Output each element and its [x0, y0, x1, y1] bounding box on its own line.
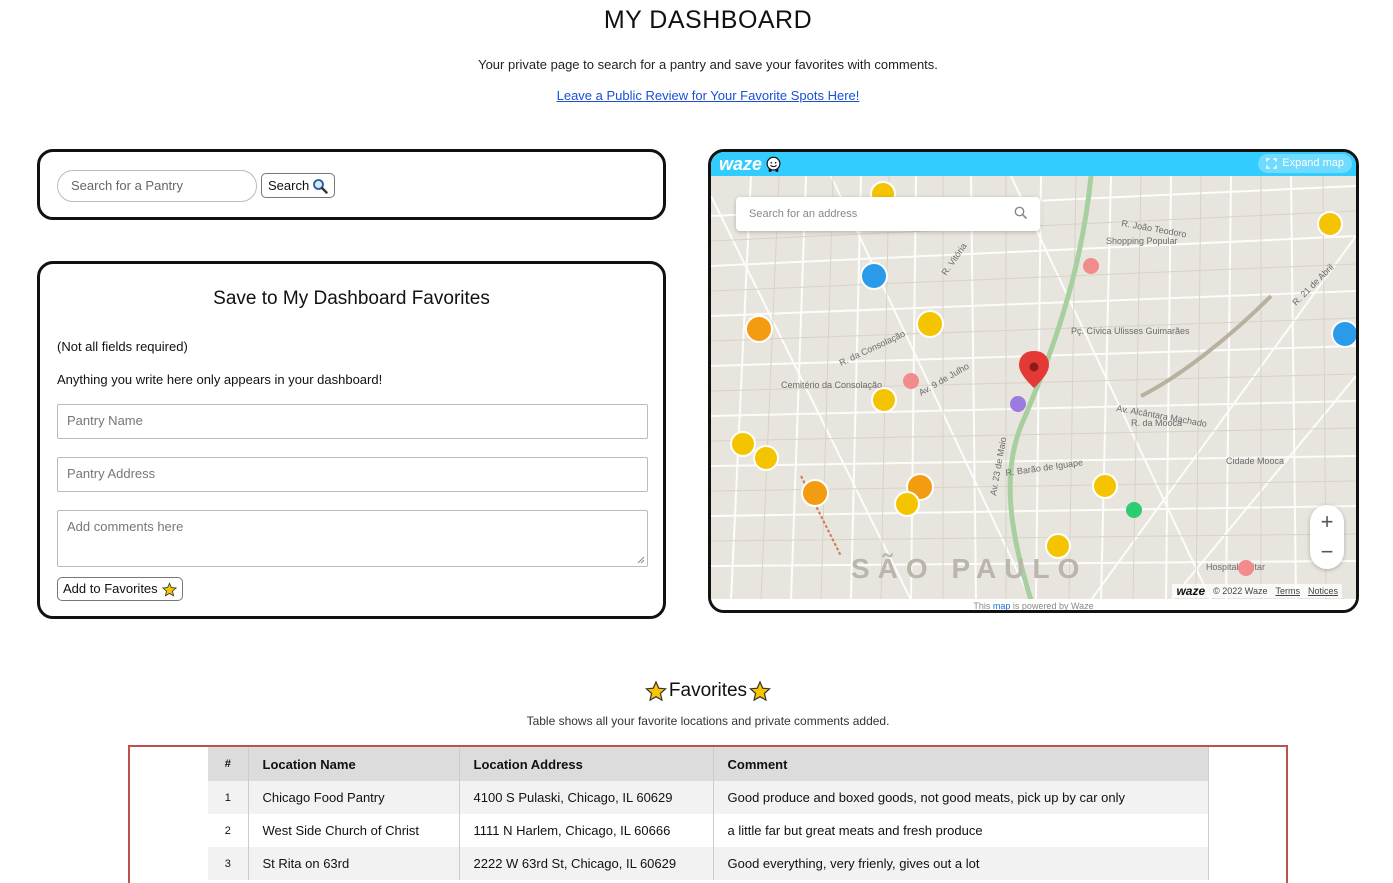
hazard-marker[interactable] — [753, 445, 779, 471]
map-street-label: R. da Mooca — [1131, 418, 1182, 428]
favorites-table: # Location Name Location Address Comment… — [208, 747, 1209, 880]
location-comment: Good everything, very frienly, gives out… — [713, 847, 1209, 880]
hazard-marker[interactable] — [871, 387, 897, 413]
map-powered-by: This map is powered by Waze — [711, 599, 1356, 610]
location-address: 1111 N Harlem, Chicago, IL 60666 — [459, 814, 714, 847]
resize-grip-icon[interactable] — [637, 556, 645, 564]
row-number: 2 — [208, 814, 249, 847]
row-number: 1 — [208, 781, 249, 814]
favorites-subtitle: Table shows all your favorite locations … — [526, 714, 890, 728]
add-to-favorites-button[interactable]: Add to Favorites — [57, 577, 183, 601]
magnifier-icon — [313, 178, 328, 194]
location-comment: a little far but great meats and fresh p… — [713, 814, 1209, 847]
favorites-title-text: Favorites — [668, 680, 748, 701]
fields-optional-note: (Not all fields required) — [57, 339, 188, 354]
hazard-marker[interactable] — [730, 431, 756, 457]
search-card: Search for a Pantry Search — [37, 149, 666, 220]
star-icon — [161, 581, 177, 597]
location-comment: Good produce and boxed goods, not good m… — [713, 781, 1209, 814]
zoom-out-button[interactable]: − — [1310, 537, 1344, 567]
hazard-marker[interactable] — [1092, 473, 1118, 499]
wazer-marker[interactable] — [903, 373, 919, 389]
table-row: 3 St Rita on 63rd 2222 W 63rd St, Chicag… — [208, 847, 1209, 880]
location-name: Chicago Food Pantry — [248, 781, 460, 814]
map-header: waze Expand map — [711, 152, 1356, 176]
map-canvas[interactable]: R. da Consolação Av. 9 de Julho R. Vitór… — [711, 176, 1356, 600]
table-row: 2 West Side Church of Christ 1111 N Harl… — [208, 814, 1209, 847]
pantry-name-field[interactable]: Pantry Name — [57, 404, 648, 439]
map-attribution: waze © 2022 Waze Terms Notices — [1172, 584, 1342, 598]
save-favorites-card: Save to My Dashboard Favorites (Not all … — [37, 261, 666, 619]
map-city-label: SÃO PAULO — [851, 553, 1087, 584]
pantry-search-input[interactable]: Search for a Pantry — [57, 170, 257, 202]
closure-marker[interactable] — [745, 315, 773, 343]
star-icon — [644, 680, 667, 702]
police-marker[interactable] — [860, 262, 888, 290]
map-street-label: Cidade Mooca — [1226, 456, 1284, 466]
wazer-marker[interactable] — [1010, 396, 1026, 412]
map-address-search[interactable]: Search for an address — [736, 197, 1040, 231]
search-button[interactable]: Search — [261, 173, 336, 198]
hazard-marker[interactable] — [1045, 533, 1071, 559]
wazer-marker[interactable] — [1126, 502, 1142, 518]
public-review-link[interactable]: Leave a Public Review for Your Favorite … — [0, 88, 1393, 103]
comments-placeholder: Add comments here — [67, 519, 184, 534]
map-street-label: Cemitério da Consolação — [781, 380, 882, 390]
column-header-name: Location Name — [248, 747, 460, 781]
hazard-marker[interactable] — [894, 491, 920, 517]
zoom-in-button[interactable]: + — [1310, 507, 1344, 537]
page-subtitle: Your private page to search for a pantry… — [478, 57, 938, 72]
column-header-number: # — [208, 747, 249, 781]
table-row: 1 Chicago Food Pantry 4100 S Pulaski, Ch… — [208, 781, 1209, 814]
map-street-label: Shopping Popular — [1106, 236, 1178, 246]
police-marker[interactable] — [1331, 320, 1356, 348]
waze-map[interactable]: waze Expand map R. da Consolação Av. 9 d… — [708, 149, 1359, 613]
map-link[interactable]: map — [993, 601, 1011, 610]
terms-link[interactable]: Terms — [1275, 586, 1300, 596]
hazard-marker[interactable] — [1317, 211, 1343, 237]
location-address: 4100 S Pulaski, Chicago, IL 60629 — [459, 781, 714, 814]
expand-map-button[interactable]: Expand map — [1258, 154, 1352, 173]
table-header-row: # Location Name Location Address Comment — [208, 747, 1209, 781]
row-number: 3 — [208, 847, 249, 880]
star-icon — [749, 680, 772, 702]
hazard-marker[interactable] — [916, 310, 944, 338]
privacy-note: Anything you write here only appears in … — [57, 372, 383, 387]
add-to-favorites-label: Add to Favorites — [63, 581, 158, 596]
waze-logo: waze — [719, 154, 782, 175]
zoom-control: + − — [1310, 505, 1344, 569]
map-street-label: Pç. Cívica Ulisses Guimarães — [1071, 326, 1190, 336]
column-header-comment: Comment — [713, 747, 1209, 781]
location-address: 2222 W 63rd St, Chicago, IL 60629 — [459, 847, 714, 880]
favorites-title: Favorites — [0, 680, 1393, 702]
location-name: St Rita on 63rd — [248, 847, 460, 880]
search-button-label: Search — [268, 178, 310, 193]
expand-icon — [1266, 158, 1278, 169]
closure-marker[interactable] — [801, 479, 829, 507]
location-name: West Side Church of Christ — [248, 814, 460, 847]
page-title: MY DASHBOARD — [603, 6, 813, 34]
pantry-address-field[interactable]: Pantry Address — [57, 457, 648, 492]
save-form-title: Save to My Dashboard Favorites — [213, 288, 490, 309]
waze-smiley-icon — [766, 156, 781, 172]
map-street-label: Hospital Militar — [1206, 562, 1265, 572]
column-header-address: Location Address — [459, 747, 714, 781]
notices-link[interactable]: Notices — [1308, 586, 1338, 596]
comments-field[interactable]: Add comments here — [57, 510, 648, 567]
wazer-marker[interactable] — [1083, 258, 1099, 274]
search-icon — [1014, 206, 1028, 220]
map-copyright: © 2022 Waze — [1213, 586, 1268, 596]
wazer-marker[interactable] — [1238, 560, 1254, 576]
waze-footer-logo: waze — [1176, 584, 1206, 598]
